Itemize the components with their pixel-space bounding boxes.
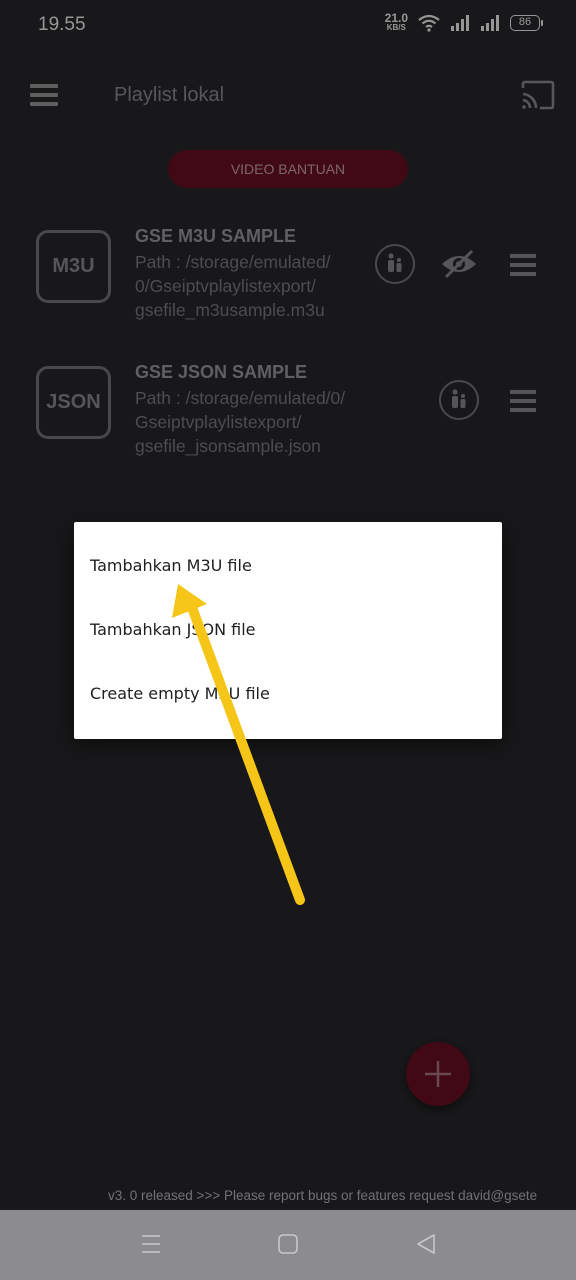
home-icon[interactable] xyxy=(277,1232,299,1256)
recent-apps-icon[interactable] xyxy=(140,1232,162,1256)
pointer-arrow-annotation xyxy=(172,584,305,905)
system-nav-bar xyxy=(0,1210,576,1280)
back-icon[interactable] xyxy=(415,1232,437,1256)
